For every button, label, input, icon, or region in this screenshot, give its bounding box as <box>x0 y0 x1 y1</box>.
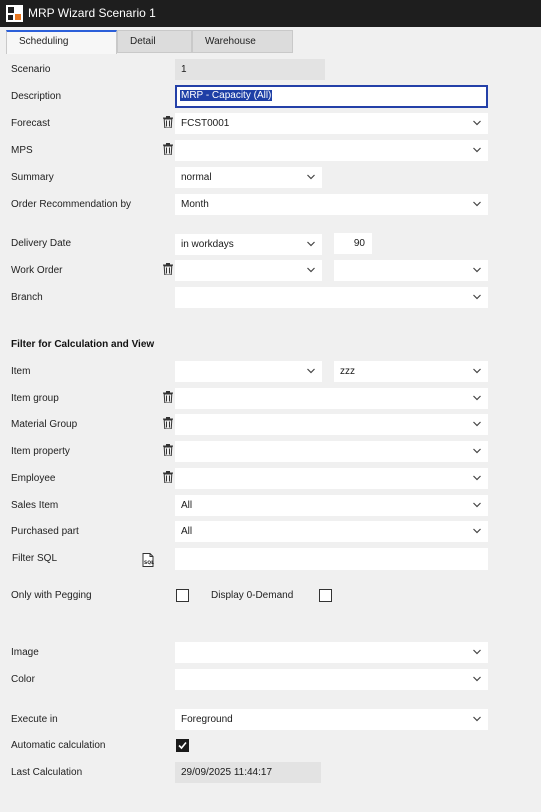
mps-select[interactable] <box>175 140 488 161</box>
chevron-down-icon <box>473 201 481 207</box>
work-order-to-select[interactable] <box>334 260 488 281</box>
chevron-down-icon <box>473 502 481 508</box>
only-with-pegging-label: Only with Pegging <box>11 590 92 601</box>
trash-icon[interactable] <box>163 444 173 456</box>
chevron-down-icon <box>473 448 481 454</box>
window-title: MRP Wizard Scenario 1 <box>28 6 156 20</box>
summary-label: Summary <box>11 172 54 183</box>
purchased-part-value: All <box>181 526 193 537</box>
last-calculation-label: Last Calculation <box>11 767 83 778</box>
description-value: MRP - Capacity (All) <box>180 90 273 101</box>
delivery-date-unit: in workdays <box>181 239 234 250</box>
item-from-select[interactable] <box>175 361 322 382</box>
execute-in-value: Foreground <box>181 714 233 725</box>
chevron-down-icon <box>307 368 315 374</box>
execute-in-label: Execute in <box>11 714 58 725</box>
sql-file-icon[interactable]: SQL <box>142 553 154 567</box>
purchased-part-label: Purchased part <box>11 526 79 537</box>
delivery-date-unit-select[interactable]: in workdays <box>175 234 322 255</box>
display-zero-demand-checkbox[interactable] <box>319 589 332 602</box>
forecast-value: FCST0001 <box>181 118 230 129</box>
branch-label: Branch <box>11 292 43 303</box>
color-label: Color <box>11 674 35 685</box>
last-calculation-field: 29/09/2025 11:44:17 <box>175 762 321 783</box>
tab-scheduling[interactable]: Scheduling <box>6 30 117 54</box>
image-label: Image <box>11 647 39 658</box>
item-to-value: zzz <box>340 366 355 377</box>
trash-icon[interactable] <box>163 471 173 483</box>
trash-icon[interactable] <box>163 143 173 155</box>
chevron-down-icon <box>473 475 481 481</box>
chevron-down-icon <box>473 716 481 722</box>
chevron-down-icon <box>473 395 481 401</box>
chevron-down-icon <box>473 368 481 374</box>
order-recommendation-label: Order Recommendation by <box>11 199 132 210</box>
description-input[interactable]: MRP - Capacity (All) <box>175 85 488 108</box>
branch-select[interactable] <box>175 287 488 308</box>
item-group-label: Item group <box>11 393 59 404</box>
chevron-down-icon <box>307 174 315 180</box>
item-group-select[interactable] <box>175 388 488 409</box>
chevron-down-icon <box>307 241 315 247</box>
work-order-from-select[interactable] <box>175 260 322 281</box>
mps-label: MPS <box>11 145 33 156</box>
summary-select[interactable]: normal <box>175 167 322 188</box>
automatic-calculation-checkbox[interactable] <box>176 739 189 752</box>
item-to-select[interactable]: zzz <box>334 361 488 382</box>
filter-sql-input[interactable] <box>175 548 488 570</box>
chevron-down-icon <box>473 676 481 682</box>
chevron-down-icon <box>473 421 481 427</box>
description-label: Description <box>11 91 62 102</box>
execute-in-select[interactable]: Foreground <box>175 709 488 730</box>
item-label: Item <box>11 366 31 377</box>
trash-icon[interactable] <box>163 116 173 128</box>
scenario-label: Scenario <box>11 64 51 75</box>
delivery-date-days-input[interactable]: 90 <box>334 233 372 254</box>
scenario-field: 1 <box>175 59 325 80</box>
sales-item-label: Sales Item <box>11 500 59 511</box>
trash-icon[interactable] <box>163 417 173 429</box>
filter-sql-label: Filter SQL <box>12 553 58 564</box>
item-property-label: Item property <box>11 446 70 457</box>
sales-item-value: All <box>181 500 193 511</box>
delivery-date-label: Delivery Date <box>11 238 72 249</box>
material-group-select[interactable] <box>175 414 488 435</box>
chevron-down-icon <box>473 528 481 534</box>
summary-value: normal <box>181 172 212 183</box>
material-group-label: Material Group <box>11 419 78 430</box>
display-zero-demand-label: Display 0-Demand <box>211 590 294 601</box>
filter-section-heading: Filter for Calculation and View <box>11 339 155 350</box>
item-property-select[interactable] <box>175 441 488 462</box>
chevron-down-icon <box>473 120 481 126</box>
only-with-pegging-checkbox[interactable] <box>176 589 189 602</box>
svg-text:SQL: SQL <box>144 560 154 566</box>
work-order-label: Work Order <box>11 265 63 276</box>
image-select[interactable] <box>175 642 488 663</box>
employee-label: Employee <box>11 473 56 484</box>
chevron-down-icon <box>473 649 481 655</box>
trash-icon[interactable] <box>163 263 173 275</box>
order-recommendation-value: Month <box>181 199 209 210</box>
forecast-label: Forecast <box>11 118 50 129</box>
purchased-part-select[interactable]: All <box>175 521 488 542</box>
employee-select[interactable] <box>175 468 488 489</box>
chevron-down-icon <box>473 147 481 153</box>
automatic-calculation-label: Automatic calculation <box>11 740 106 751</box>
forecast-select[interactable]: FCST0001 <box>175 113 488 134</box>
check-icon <box>178 741 187 750</box>
sales-item-select[interactable]: All <box>175 495 488 516</box>
color-select[interactable] <box>175 669 488 690</box>
chevron-down-icon <box>307 267 315 273</box>
title-bar: MRP Wizard Scenario 1 <box>0 0 541 27</box>
tab-warehouse[interactable]: Warehouse <box>192 30 293 53</box>
trash-icon[interactable] <box>163 391 173 403</box>
app-logo-icon <box>6 5 23 22</box>
tab-detail[interactable]: Detail <box>117 30 192 53</box>
order-recommendation-select[interactable]: Month <box>175 194 488 215</box>
chevron-down-icon <box>473 294 481 300</box>
chevron-down-icon <box>473 267 481 273</box>
